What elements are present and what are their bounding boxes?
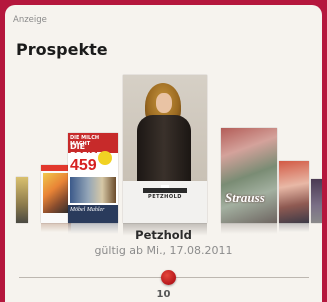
logo-bar (143, 188, 187, 193)
brochure-cover-edge-left[interactable] (16, 177, 28, 223)
cover-brand: Strauss (225, 190, 265, 205)
ad-label: Anzeige (13, 15, 47, 25)
cover-image (43, 173, 69, 213)
price-burst-icon (98, 151, 112, 165)
cover-price: 459 (70, 157, 97, 174)
model-face (156, 93, 172, 113)
cover-banner (41, 165, 71, 171)
brochure-cover-edge-right[interactable] (311, 179, 322, 223)
brochure-cover-far-left[interactable] (41, 165, 71, 223)
model-coat (137, 115, 191, 181)
prospekte-widget: Anzeige Prospekte DIE MILCH MACHT DIE PR… (5, 5, 322, 302)
brochure-count: 10 (156, 289, 171, 300)
brochure-cover-far-right[interactable] (279, 161, 309, 223)
brochure-cover-selected[interactable]: PETZHOLD (123, 75, 207, 223)
widget-title: Prospekte (16, 40, 108, 59)
valid-from-date: gültig ab Mi., 17.08.2011 (94, 244, 233, 257)
cover-image (221, 128, 277, 223)
brochure-cover-left[interactable]: DIE MILCH MACHT DIE PREISE 459 Möbel Mah… (68, 133, 118, 223)
cover-logo: PETZHOLD (148, 194, 182, 200)
cover-footer-brand: Möbel Mahler (70, 207, 105, 213)
cover-image (70, 177, 116, 203)
brochure-cover-right[interactable]: Strauss (221, 128, 277, 223)
slider-knob[interactable] (161, 270, 176, 285)
shop-mark-icon (161, 185, 169, 188)
selected-store-name: Petzhold (135, 228, 192, 242)
